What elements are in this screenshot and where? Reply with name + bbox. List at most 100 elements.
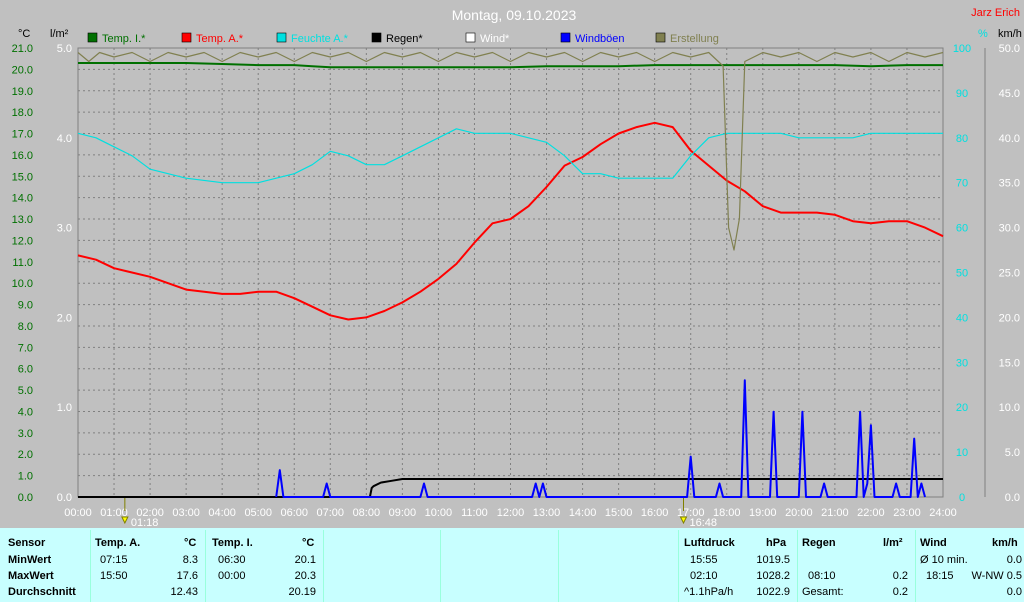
y-temp-tick-label: 4.0 [18,406,33,418]
temp-a-max-time: 15:50 [100,570,128,582]
rain-total-value: 0.2 [892,586,908,598]
y-rain-tick-label: 3.0 [57,223,72,235]
legend-swatch [181,32,192,43]
y-wind-tick-label: 50.0 [999,43,1020,55]
x-tick-label: 12:00 [497,507,525,519]
weather-chart: Montag, 09.10.2023 Jarz Erich °C l/m² % … [0,0,1024,528]
min-row-label: MinWert [8,554,52,566]
y-rain-tick-label: 1.0 [57,402,72,414]
temp-i-avg-value: 20.19 [288,586,316,598]
wind-avg-value: 0.0 [1006,586,1022,598]
x-tick-label: 09:00 [389,507,417,519]
y-temp-tick-label: 15.0 [12,171,33,183]
legend-swatch [371,32,382,43]
x-tick-label: 03:00 [172,507,200,519]
pressure-min-time: 15:55 [690,554,718,566]
wind-avg10-value: 0.0 [1006,554,1022,566]
y-temp-tick-label: 9.0 [18,300,33,312]
avg-row-label: Durchschnitt [8,586,76,598]
y-pct-tick-label: 10 [956,447,968,459]
y-pct-tick-label: 100 [953,43,971,55]
y-temp-tick-label: 18.0 [12,107,33,119]
rain-header: Regen [802,537,836,549]
pressure-max-time: 02:10 [690,570,718,582]
x-tick-label: 20:00 [785,507,813,519]
legend-label: Feuchte A.* [291,33,349,45]
y-temp-tick-label: 13.0 [12,214,33,226]
temp-i-min-time: 06:30 [218,554,246,566]
legend-label: Erstellung [670,33,719,45]
temp-i-unit: °C [302,537,315,549]
y-pct-tick-label: 30 [956,357,968,369]
y-temp-tick-label: 10.0 [12,278,33,290]
sensor-header: Sensor [8,537,46,549]
y-wind-tick-label: 10.0 [999,402,1020,414]
y-wind-tick-label: 20.0 [999,312,1020,324]
temp-i-max-value: 20.3 [294,570,316,582]
y-temp-tick-label: 7.0 [18,342,33,354]
temp-a-min-time: 07:15 [100,554,128,566]
x-tick-label: 08:00 [353,507,381,519]
x-tick-label: 06:00 [280,507,308,519]
y-temp-tick-label: 20.0 [12,64,33,76]
y-rain-tick-label: 5.0 [57,43,72,55]
rain-max-value: 0.2 [892,570,908,582]
x-tick-label: 21:00 [821,507,849,519]
temp-i-header: Temp. I. [212,537,253,549]
wind-max-value: W-NW 0.5 [971,570,1022,582]
y-temp-tick-label: 16.0 [12,150,33,162]
wind-avg10-label: Ø 10 min. [920,554,968,566]
unit-pct-label: % [978,28,988,40]
temp-a-unit: °C [184,537,197,549]
y-rain-tick-label: 4.0 [57,133,72,145]
pressure-avg-value: 1022.9 [756,586,790,598]
y-wind-tick-label: 45.0 [999,88,1020,100]
max-row-label: MaxWert [8,570,54,582]
x-tick-label: 14:00 [569,507,597,519]
unit-wind-label: km/h [998,28,1022,40]
x-tick-label: 16:00 [641,507,669,519]
legend-label: Temp. I.* [102,33,146,45]
y-temp-tick-label: 5.0 [18,385,33,397]
pressure-max-value: 1028.2 [756,570,790,582]
y-pct-tick-label: 90 [956,88,968,100]
legend-swatch [276,32,287,43]
wind-max-time: 18:15 [926,570,954,582]
author-label: Jarz Erich [971,7,1020,19]
y-pct-tick-label: 60 [956,223,968,235]
y-wind-tick-label: 15.0 [999,357,1020,369]
y-pct-tick-label: 0 [959,492,965,504]
x-tick-label: 19:00 [749,507,777,519]
y-temp-tick-label: 0.0 [18,492,33,504]
temp-i-max-time: 00:00 [218,570,246,582]
legend-label: Temp. A.* [196,33,244,45]
x-tick-label: 11:00 [461,507,488,519]
y-temp-tick-label: 12.0 [12,235,33,247]
x-tick-label: 04:00 [208,507,236,519]
temp-a-avg-value: 12.43 [170,586,198,598]
y-temp-tick-label: 21.0 [12,43,33,55]
legend-label: Regen* [386,33,423,45]
y-temp-tick-label: 8.0 [18,321,33,333]
temp-a-max-value: 17.6 [176,570,198,582]
y-pct-tick-label: 70 [956,178,968,190]
pressure-trend: ^1.1hPa/h [684,586,734,598]
y-wind-tick-label: 30.0 [999,223,1020,235]
unit-rain-label: l/m² [50,28,69,40]
x-tick-label: 10:00 [425,507,453,519]
rain-unit: l/m² [883,537,903,549]
y-wind-tick-label: 5.0 [1005,447,1020,459]
temp-i-min-value: 20.1 [294,554,316,566]
x-tick-label: 05:00 [244,507,272,519]
y-temp-tick-label: 11.0 [12,257,33,269]
y-wind-tick-label: 40.0 [999,133,1020,145]
rain-max-time: 08:10 [808,570,836,582]
chart-title: Montag, 09.10.2023 [452,7,577,23]
legend-swatch [655,32,666,43]
y-pct-tick-label: 50 [956,268,968,280]
y-temp-tick-label: 14.0 [12,193,33,205]
sun-mark-label: 01:18 [131,517,159,528]
x-tick-label: 23:00 [893,507,921,519]
y-temp-tick-label: 6.0 [18,364,33,376]
legend-label: Wind* [480,33,510,45]
